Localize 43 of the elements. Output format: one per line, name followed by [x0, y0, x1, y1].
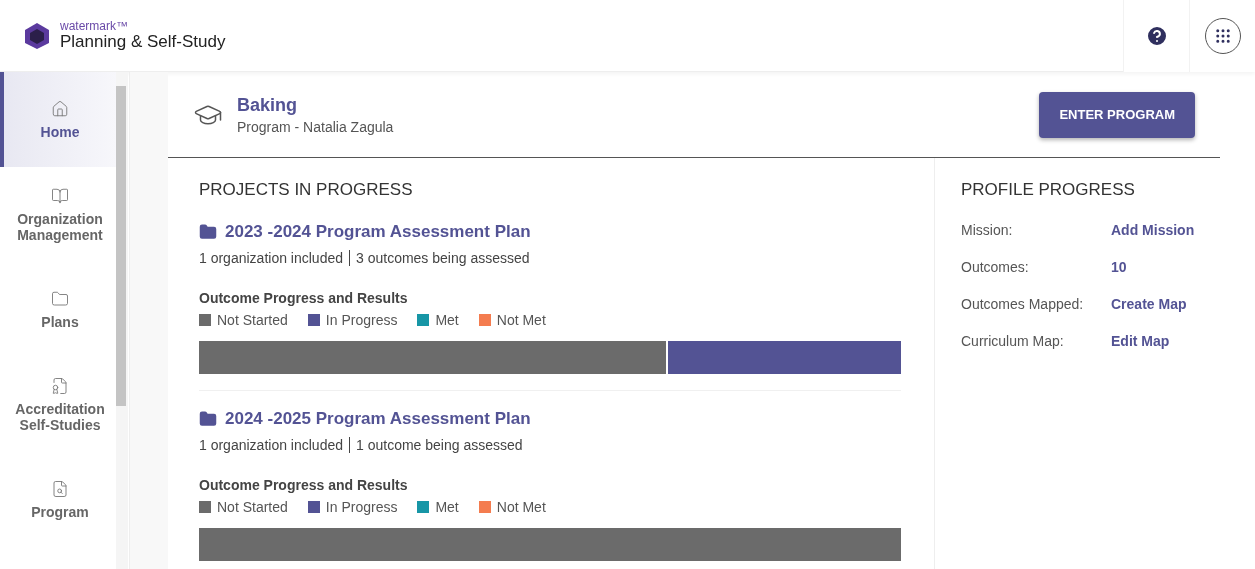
project-title-link[interactable]: 2024 -2025 Program Assessment Plan [199, 409, 901, 429]
section-heading: PROFILE PROGRESS [961, 180, 1136, 200]
legend-label: Met [435, 499, 459, 515]
profile-link[interactable]: 10 [1111, 259, 1127, 275]
profile-label: Mission: [961, 222, 1014, 238]
project-meta: 1 organization included [199, 437, 343, 453]
sidebar-item[interactable]: Home [0, 72, 116, 167]
profile-link[interactable]: Edit Map [1111, 333, 1170, 349]
profile-label: Outcomes: [961, 259, 1030, 275]
profile-label: Outcomes Mapped: [961, 296, 1085, 312]
legend-label: Not Started [217, 499, 288, 515]
folder-icon [51, 289, 69, 308]
project-meta: 1 outcome being assessed [356, 437, 523, 453]
legend-label: Not Started [217, 312, 288, 328]
house-icon [51, 99, 69, 118]
chart-heading: Outcome Progress and Results [199, 290, 409, 306]
program-subtitle: Program - Natalia Zagula [237, 118, 395, 135]
legend-label: In Progress [325, 312, 398, 328]
section-heading: PROJECTS IN PROGRESS [199, 180, 414, 200]
chart-heading: Outcome Progress and Results [199, 477, 409, 493]
project-title-link[interactable]: 2023 -2024 Program Assessment Plan [199, 222, 901, 242]
profile-link[interactable]: Create Map [1111, 296, 1187, 312]
scrollbar-thumb[interactable] [116, 86, 126, 406]
legend-label: Not Met [496, 499, 546, 515]
certificate-icon [51, 376, 69, 395]
book-icon [51, 186, 69, 205]
folder-icon [199, 410, 217, 428]
grid-icon [1213, 26, 1232, 45]
legend-label: Not Met [496, 312, 546, 328]
project-meta: 1 organization included [199, 250, 343, 266]
brand-name: watermark™ [60, 19, 129, 32]
program-name: Baking [237, 94, 298, 116]
legend-label: Met [435, 312, 459, 328]
logo-icon [22, 20, 52, 51]
profile-link[interactable]: Add Mission [1111, 222, 1195, 238]
project-meta: 3 outcomes being assessed [356, 250, 530, 266]
legend-label: In Progress [325, 499, 398, 515]
document-icon [51, 479, 69, 498]
enter-program-button[interactable]: ENTER PROGRAM [1039, 91, 1195, 138]
help-button[interactable] [1123, 0, 1189, 72]
folder-icon [199, 223, 217, 241]
app-title: Planning & Self-Study [60, 31, 226, 52]
profile-label: Curriculum Map: [961, 333, 1065, 349]
